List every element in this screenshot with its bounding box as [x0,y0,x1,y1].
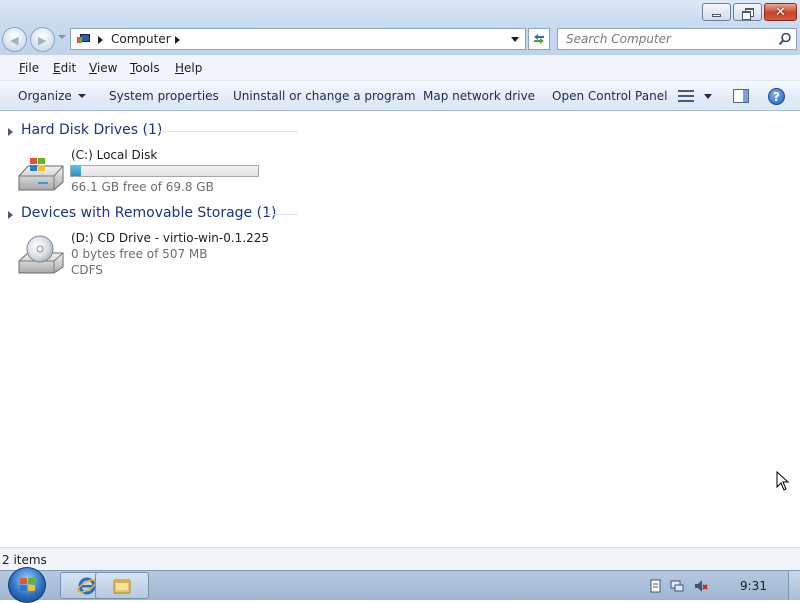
menu-edit[interactable]: Edit [53,61,76,75]
group-header-removable-storage[interactable]: Devices with Removable Storage (1) [8,204,298,226]
breadcrumb-computer[interactable]: Computer [111,32,171,46]
back-arrow-icon: ◀ [10,34,19,47]
menu-tools[interactable]: Tools [130,61,160,75]
restore-icon [742,7,754,20]
search-placeholder: Search Computer [566,32,671,46]
system-clock[interactable]: 9:31 [740,579,767,593]
refresh-button[interactable] [528,28,550,50]
taskbar: 9:31 [0,567,800,603]
refresh-icon [534,34,544,44]
forward-button[interactable]: ▶ [30,27,55,52]
start-button[interactable] [8,567,46,603]
drive-name: (D:) CD Drive - virtio-win-0.1.225 [71,231,270,245]
drive-usage-bar [70,165,259,177]
organize-button[interactable]: Organize [18,89,86,103]
map-network-drive-button[interactable]: Map network drive [423,89,535,103]
mouse-pointer-icon [776,471,790,491]
address-dropdown-icon[interactable] [511,37,519,42]
back-button[interactable]: ◀ [2,27,27,52]
action-center-icon[interactable] [648,579,662,593]
group-header-hard-disk-drives[interactable]: Hard Disk Drives (1) [8,121,298,143]
help-icon[interactable]: ? [768,88,785,105]
menu-view[interactable]: View [89,61,117,75]
command-bar: Organize System properties Uninstall or … [0,81,800,111]
breadcrumb-chevron-icon[interactable] [175,36,180,44]
volume-muted-icon[interactable] [694,579,708,593]
internet-explorer-icon [77,577,97,594]
drive-filesystem: CDFS [71,263,103,277]
show-desktop-button[interactable] [788,571,800,600]
menu-help[interactable]: Help [175,61,202,75]
forward-arrow-icon: ▶ [38,34,47,47]
address-bar[interactable]: Computer [70,28,526,50]
cd-drive-icon [18,235,64,274]
collapse-icon[interactable] [8,211,13,219]
open-control-panel-button[interactable]: Open Control Panel [552,89,667,103]
content-pane: Hard Disk Drives (1) (C:) Local Disk 66.… [0,112,800,547]
preview-pane-icon[interactable] [733,89,749,103]
drive-usage-fill [71,166,81,176]
close-icon: ✕ [775,4,786,20]
drive-item-c[interactable]: (C:) Local Disk 66.1 GB free of 69.8 GB [16,148,276,204]
network-icon[interactable] [670,579,684,593]
item-count: 2 items [2,553,47,567]
recent-pages-dropdown[interactable] [58,35,66,39]
group-divider [158,131,298,132]
hard-drive-icon [18,158,64,191]
minimize-icon [712,13,721,17]
windows-logo-icon [20,578,36,592]
search-box[interactable]: Search Computer [557,28,797,50]
breadcrumb-chevron-icon[interactable] [98,36,103,44]
drive-item-d[interactable]: (D:) CD Drive - virtio-win-0.1.225 0 byt… [16,231,276,287]
title-bar: ✕ [0,0,800,24]
taskbar-windows-explorer[interactable] [95,572,149,599]
close-button[interactable]: ✕ [764,3,797,21]
collapse-icon[interactable] [8,128,13,136]
group-title: Devices with Removable Storage (1) [21,205,277,221]
drive-name: (C:) Local Disk [71,148,158,162]
change-view-icon[interactable] [678,89,694,103]
more-options-icon[interactable] [704,94,712,99]
system-properties-button[interactable]: System properties [109,89,219,103]
search-icon[interactable] [778,32,792,46]
chevron-down-icon [77,94,86,98]
status-bar: 2 items [0,547,800,570]
menu-bar: File Edit View Tools Help [0,55,800,81]
menu-file[interactable]: File [19,61,39,75]
group-title: Hard Disk Drives (1) [21,122,163,138]
group-divider [264,214,298,215]
uninstall-program-button[interactable]: Uninstall or change a program [233,89,416,103]
drive-free-space: 66.1 GB free of 69.8 GB [71,180,214,194]
navigation-bar: ◀ ▶ Computer Search Computer [0,24,800,55]
drive-free-space: 0 bytes free of 507 MB [71,247,208,261]
folder-icon [113,579,131,593]
computer-icon [77,34,91,45]
restore-button[interactable] [733,3,762,21]
minimize-button[interactable] [702,3,731,21]
